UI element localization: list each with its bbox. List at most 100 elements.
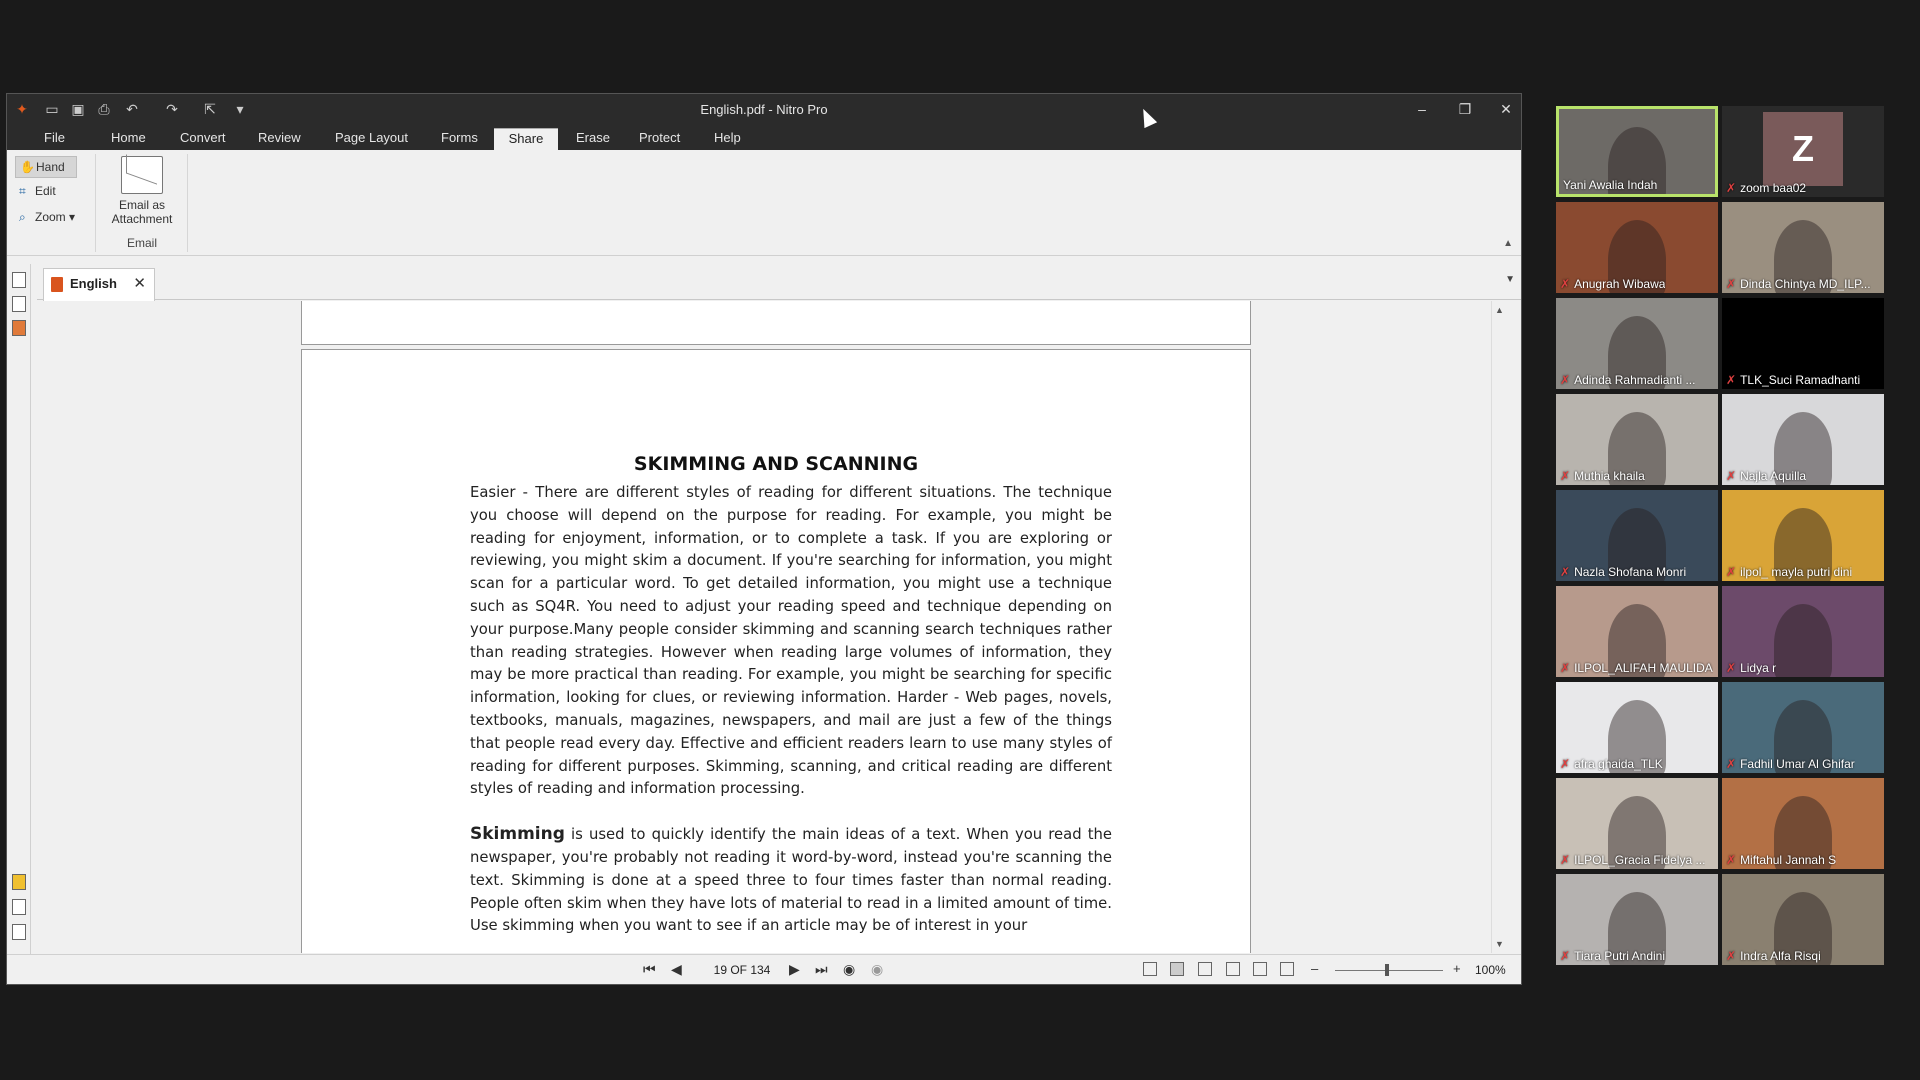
document-body: Easier - There are different styles of r… bbox=[470, 482, 1112, 953]
participant-tile[interactable]: ✗ Lidya r bbox=[1722, 586, 1884, 677]
participant-tile[interactable]: ✗ Anugrah Wibawa bbox=[1556, 202, 1718, 293]
search-panel-icon[interactable] bbox=[12, 296, 26, 312]
muted-mic-icon: ✗ bbox=[1560, 853, 1571, 867]
zoom-slider-thumb[interactable] bbox=[1385, 964, 1389, 976]
muted-mic-icon: ✗ bbox=[1726, 757, 1737, 771]
single-page-view-icon[interactable] bbox=[1143, 962, 1157, 976]
tab-help[interactable]: Help bbox=[705, 128, 750, 150]
participant-tile[interactable]: Z ✗ zoom baa02 bbox=[1722, 106, 1884, 197]
next-page-icon[interactable]: ▶ bbox=[789, 961, 800, 978]
tab-file[interactable]: File bbox=[35, 128, 74, 150]
comments-panel-icon[interactable] bbox=[12, 874, 26, 890]
document-tab-english[interactable]: English ✕ bbox=[43, 268, 155, 301]
participant-name: ✗ Anugrah Wibawa bbox=[1560, 277, 1665, 291]
muted-mic-icon: ✗ bbox=[1560, 373, 1571, 387]
participant-name: ✗ zoom baa02 bbox=[1726, 181, 1806, 195]
title-bar: ✦ ▭ ▣ ⎙ ↶ ↷ ⇱ ▾ English.pdf - Nitro Pro … bbox=[7, 94, 1521, 124]
participant-tile[interactable]: ✗ Najla Aquilla bbox=[1722, 394, 1884, 485]
tab-forms[interactable]: Forms bbox=[432, 128, 487, 150]
tab-page-layout[interactable]: Page Layout bbox=[326, 128, 417, 150]
participant-tile[interactable]: ✗ Nazla Shofana Monri bbox=[1556, 490, 1718, 581]
first-page-icon[interactable]: ⏮ bbox=[643, 961, 656, 978]
participant-tile[interactable]: ✗ ILPOL_Gracia Fidelya ... bbox=[1556, 778, 1718, 869]
participant-tile[interactable]: ✗ Dinda Chintya MD_ILP... bbox=[1722, 202, 1884, 293]
participant-name: ✗ ILPOL_ALIFAH MAULIDA bbox=[1560, 661, 1713, 675]
left-panel-bar bbox=[7, 264, 31, 956]
tab-home[interactable]: Home bbox=[102, 128, 155, 150]
email-attachment-icon bbox=[121, 156, 163, 194]
hand-tool[interactable]: ✋Hand bbox=[15, 156, 77, 178]
muted-mic-icon: ✗ bbox=[1726, 469, 1737, 483]
previous-view-icon[interactable]: ◉ bbox=[843, 961, 855, 978]
tab-convert[interactable]: Convert bbox=[171, 128, 235, 150]
participant-name: ✗ TLK_Suci Ramadhanti bbox=[1726, 373, 1860, 387]
close-tab-icon[interactable]: ✕ bbox=[133, 269, 146, 299]
tab-review[interactable]: Review bbox=[249, 128, 310, 150]
restore-button[interactable]: ❐ bbox=[1450, 98, 1480, 120]
page-indicator[interactable]: 19 OF 134 bbox=[697, 960, 787, 980]
zoom-level[interactable]: 100% bbox=[1475, 963, 1506, 977]
desktop: ✦ ▭ ▣ ⎙ ↶ ↷ ⇱ ▾ English.pdf - Nitro Pro … bbox=[0, 0, 1920, 1080]
attachments-panel-icon[interactable] bbox=[12, 899, 26, 915]
participant-tile[interactable]: ✗ Indra Alfa Risqi bbox=[1722, 874, 1884, 965]
paragraph-intro: Easier - There are different styles of r… bbox=[470, 484, 1112, 798]
participant-tile[interactable]: ✗ TLK_Suci Ramadhanti bbox=[1722, 298, 1884, 389]
participant-name-text: ILPOL_Gracia Fidelya ... bbox=[1574, 853, 1706, 867]
participant-name: ✗ Najla Aquilla bbox=[1726, 469, 1806, 483]
muted-mic-icon: ✗ bbox=[1560, 757, 1571, 771]
participant-tile[interactable]: ✗ Tiara Putri Andini bbox=[1556, 874, 1718, 965]
collapse-ribbon-icon[interactable]: ▲ bbox=[1503, 238, 1513, 249]
participant-tile[interactable]: Yani Awalia Indah bbox=[1556, 106, 1718, 197]
participant-name: ✗ Dinda Chintya MD_ILP... bbox=[1726, 277, 1871, 291]
email-as-attachment-button[interactable]: Email as Attachment bbox=[102, 156, 182, 232]
ribbon: ✋Hand ⌗ Edit ⌕ Zoom ▾ Email as Attachment … bbox=[7, 150, 1521, 256]
participant-name: ✗ Lidya r bbox=[1726, 661, 1776, 675]
tab-erase[interactable]: Erase bbox=[567, 128, 619, 150]
minimize-button[interactable]: – bbox=[1407, 98, 1437, 120]
participant-tile[interactable]: ✗ Muthia khaila bbox=[1556, 394, 1718, 485]
previous-page-icon[interactable]: ◀ bbox=[671, 961, 682, 978]
tab-list-chevron-icon[interactable]: ▼ bbox=[1505, 274, 1515, 285]
hand-icon: ✋ bbox=[20, 160, 35, 174]
muted-mic-icon: ✗ bbox=[1726, 565, 1737, 579]
muted-mic-icon: ✗ bbox=[1560, 661, 1571, 675]
zoom-icon: ⌕ bbox=[19, 210, 26, 224]
pdf-file-icon bbox=[51, 277, 63, 292]
fit-width-icon[interactable] bbox=[1280, 962, 1294, 976]
tab-protect[interactable]: Protect bbox=[630, 128, 689, 150]
participant-tile[interactable]: ✗ afra ghaida_TLK bbox=[1556, 682, 1718, 773]
facing-view-icon[interactable] bbox=[1198, 962, 1212, 976]
scroll-down-icon[interactable]: ▼ bbox=[1495, 939, 1504, 949]
output-panel-icon[interactable] bbox=[12, 924, 26, 940]
continuous-view-icon[interactable] bbox=[1170, 962, 1184, 976]
participant-video bbox=[1774, 604, 1832, 677]
window-title: English.pdf - Nitro Pro bbox=[700, 102, 828, 117]
close-button[interactable]: ✕ bbox=[1491, 98, 1521, 120]
tab-share[interactable]: Share bbox=[494, 128, 558, 150]
participant-tile[interactable]: ✗ ilpol_ mayla putri dini bbox=[1722, 490, 1884, 581]
edit-tool[interactable]: ⌗ Edit bbox=[15, 181, 77, 203]
pages-panel-icon[interactable] bbox=[12, 272, 26, 288]
scroll-up-icon[interactable]: ▲ bbox=[1495, 305, 1504, 315]
participant-tile[interactable]: ✗ Miftahul Jannah S bbox=[1722, 778, 1884, 869]
muted-mic-icon: ✗ bbox=[1726, 661, 1737, 675]
muted-mic-icon: ✗ bbox=[1726, 373, 1737, 387]
zoom-out-button[interactable]: – bbox=[1311, 961, 1318, 976]
participant-tile[interactable]: ✗ ILPOL_ALIFAH MAULIDA bbox=[1556, 586, 1718, 677]
zoom-slider[interactable] bbox=[1335, 970, 1443, 971]
vertical-scrollbar[interactable]: ▲ ▼ bbox=[1491, 301, 1507, 953]
participant-name-text: Muthia khaila bbox=[1574, 469, 1645, 483]
muted-mic-icon: ✗ bbox=[1726, 853, 1737, 867]
next-view-icon[interactable]: ◉ bbox=[871, 961, 883, 978]
participant-tile[interactable]: ✗ Adinda Rahmadianti ... bbox=[1556, 298, 1718, 389]
fit-page-icon[interactable] bbox=[1253, 962, 1267, 976]
ribbon-tabs: File Home Convert Review Page Layout For… bbox=[7, 124, 1521, 150]
zoom-tool[interactable]: ⌕ Zoom ▾ bbox=[15, 207, 89, 229]
zoom-in-button[interactable]: + bbox=[1453, 961, 1461, 976]
bookmarks-panel-icon[interactable] bbox=[12, 320, 26, 336]
muted-mic-icon: ✗ bbox=[1726, 181, 1737, 195]
last-page-icon[interactable]: ⏭ bbox=[815, 961, 828, 978]
participant-tile[interactable]: ✗ Fadhil Umar Al Ghifar bbox=[1722, 682, 1884, 773]
status-bar: ⏮ ◀ 19 OF 134 ▶ ⏭ ◉ ◉ – + 100% bbox=[7, 954, 1521, 984]
facing-continuous-view-icon[interactable] bbox=[1226, 962, 1240, 976]
